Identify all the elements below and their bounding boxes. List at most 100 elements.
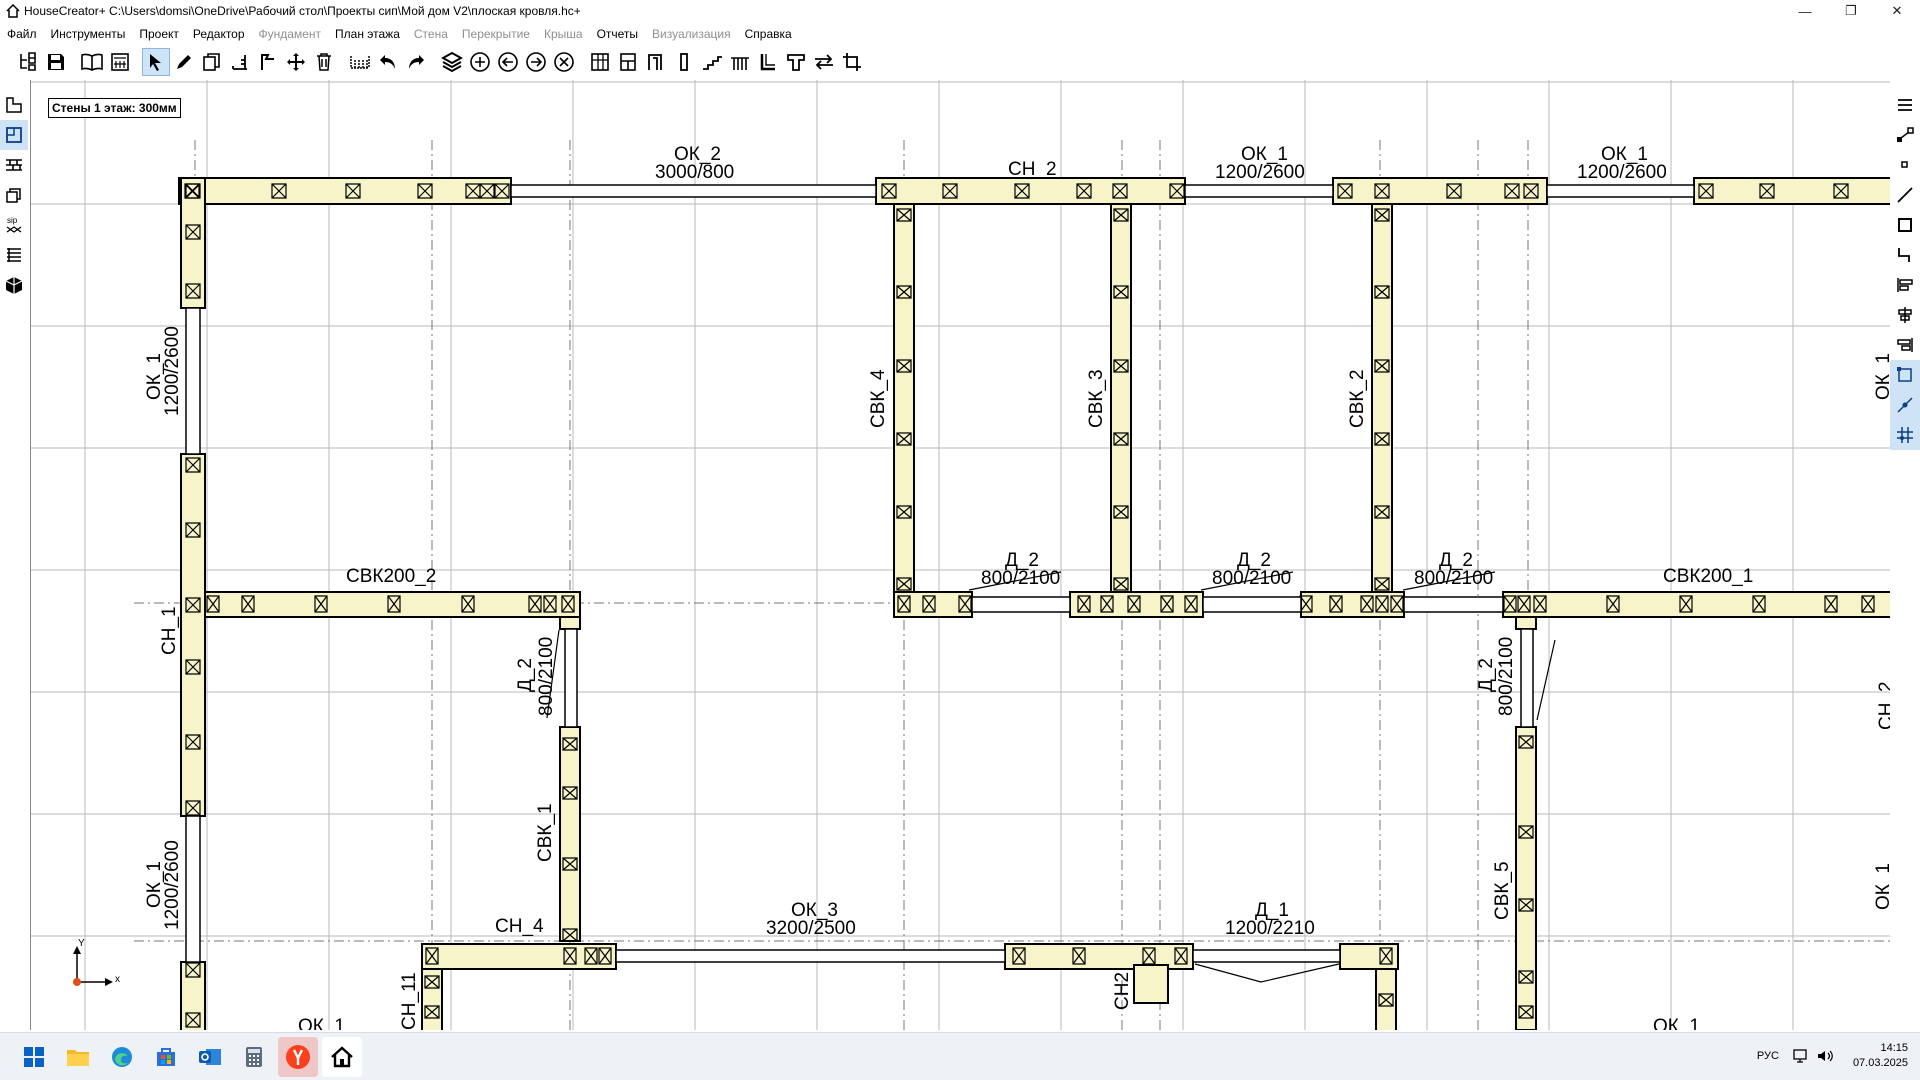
minimize-button[interactable]: — — [1782, 0, 1828, 22]
layers-icon — [441, 51, 463, 73]
right-tool-point[interactable] — [1890, 150, 1920, 180]
store-icon — [157, 1047, 175, 1066]
right-tool-line[interactable] — [1890, 180, 1920, 210]
angle-tool-button[interactable] — [754, 48, 782, 76]
undo-button[interactable] — [374, 48, 402, 76]
close-button[interactable]: ✕ — [1874, 0, 1920, 22]
right-tool-align-left[interactable] — [1890, 270, 1920, 300]
menu-tools[interactable]: Инструменты — [44, 27, 133, 41]
layers-button[interactable] — [438, 48, 466, 76]
redo-button[interactable] — [402, 48, 430, 76]
calculator-icon — [111, 53, 129, 71]
book-button[interactable] — [78, 48, 106, 76]
window-icon — [620, 53, 636, 71]
grid-icon — [591, 53, 609, 71]
left-tool-sip[interactable]: sip — [0, 210, 28, 240]
right-tool-snap-point[interactable] — [1890, 390, 1920, 420]
label-ok1-right-bot: ОК_1 — [1873, 863, 1890, 910]
pan-right-button[interactable] — [522, 48, 550, 76]
folder-icon — [67, 1049, 89, 1066]
crop-icon — [843, 53, 861, 71]
column-tool-button[interactable] — [670, 48, 698, 76]
right-tool-node-link[interactable] — [1890, 120, 1920, 150]
zoom-reset-button[interactable] — [550, 48, 578, 76]
left-tool-copy-floor[interactable] — [0, 180, 28, 210]
menu-visualization[interactable]: Визуализация — [645, 27, 738, 41]
menu-project[interactable]: Проект — [132, 27, 186, 41]
left-tool-walls[interactable] — [0, 120, 28, 150]
project-tree-button[interactable] — [14, 48, 42, 76]
left-tool-plan[interactable] — [0, 90, 28, 120]
zoom-in-icon — [470, 52, 490, 72]
flag-button[interactable] — [254, 48, 282, 76]
label-ok3-size: 3200/2500 — [766, 918, 856, 939]
menu-floor-plan[interactable]: План этажа — [328, 27, 407, 41]
taskbar-edge[interactable] — [102, 1037, 142, 1077]
menu-slab[interactable]: Перекрытие — [455, 27, 537, 41]
volume-icon[interactable] — [1817, 1049, 1835, 1063]
wall-grid-button[interactable] — [586, 48, 614, 76]
delete-button[interactable] — [310, 48, 338, 76]
crop-button[interactable] — [838, 48, 866, 76]
taskbar-calculator[interactable] — [234, 1037, 274, 1077]
beam-tool-button[interactable] — [782, 48, 810, 76]
language-indicator[interactable]: РУС — [1757, 1050, 1779, 1062]
stacked-pages-icon — [6, 188, 21, 203]
menu-file[interactable]: Файл — [0, 27, 44, 41]
window-tool-button[interactable] — [614, 48, 642, 76]
menu-reports[interactable]: Отчеты — [590, 27, 645, 41]
left-tool-bricks[interactable] — [0, 150, 28, 180]
calculator-button[interactable] — [106, 48, 134, 76]
windows-taskbar — [0, 1032, 1920, 1080]
snap-point-icon — [1897, 397, 1913, 413]
pan-left-button[interactable] — [494, 48, 522, 76]
bricks-icon — [6, 159, 22, 171]
dimension-button[interactable] — [226, 48, 254, 76]
menu-foundation[interactable]: Фундамент — [252, 27, 328, 41]
label-ok1-left-top-size: 1200/2600 — [162, 326, 183, 416]
label-svk5: СВК_5 — [1492, 861, 1513, 920]
taskbar-store[interactable] — [146, 1037, 186, 1077]
taskbar-yandex[interactable] — [278, 1036, 318, 1077]
save-icon — [48, 54, 64, 70]
menu-wall[interactable]: Стена — [407, 27, 455, 41]
label-ch4: СН_4 — [495, 916, 544, 937]
label-d2-left: Д_2 — [515, 658, 536, 692]
swap-button[interactable] — [810, 48, 838, 76]
taskbar-outlook[interactable] — [190, 1037, 230, 1077]
drawing-canvas[interactable]: ОК_2 3000/800 СН_2 ОК_1 1200/2600 ОК_1 1… — [30, 80, 1890, 1030]
move-button[interactable] — [282, 48, 310, 76]
right-tool-snap-frame[interactable] — [1890, 360, 1920, 390]
zoom-in-button[interactable] — [466, 48, 494, 76]
save-button[interactable] — [42, 48, 70, 76]
start-button[interactable] — [14, 1037, 54, 1077]
right-tool-menu[interactable] — [1890, 90, 1920, 120]
network-icon[interactable] — [1793, 1049, 1809, 1063]
right-tool-align-right[interactable] — [1890, 330, 1920, 360]
floor-plan-drawing[interactable]: ОК_2 3000/800 СН_2 ОК_1 1200/2600 ОК_1 1… — [31, 80, 1890, 1030]
draw-tool-button[interactable] — [170, 48, 198, 76]
copy-button[interactable] — [198, 48, 226, 76]
left-tool-list[interactable] — [0, 240, 28, 270]
select-tool-button[interactable] — [142, 48, 170, 76]
clock[interactable]: 14:15 07.03.2025 — [1853, 1041, 1908, 1071]
l-angle-icon — [760, 54, 775, 71]
maximize-button[interactable]: ❐ — [1828, 0, 1874, 22]
right-tool-snap-grid[interactable] — [1890, 420, 1920, 450]
taskbar-explorer[interactable] — [58, 1037, 98, 1077]
door-tool-button[interactable] — [642, 48, 670, 76]
menu-editor[interactable]: Редактор — [186, 27, 252, 41]
right-tool-rect[interactable] — [1890, 210, 1920, 240]
label-ch2: СН_2 — [1008, 159, 1057, 180]
stairs-tool-button[interactable] — [698, 48, 726, 76]
taskbar-housecreator[interactable] — [322, 1036, 362, 1077]
menu-help[interactable]: Справка — [738, 27, 799, 41]
housecreator-icon — [331, 1045, 353, 1067]
measure-button[interactable] — [346, 48, 374, 76]
right-tool-align-center[interactable] — [1890, 300, 1920, 330]
right-tool-polyline[interactable] — [1890, 240, 1920, 270]
left-tool-3d[interactable] — [0, 270, 28, 300]
menu-roof[interactable]: Крыша — [537, 27, 590, 41]
label-ok1-bottom: ОК_1 — [1653, 1016, 1700, 1030]
fence-tool-button[interactable] — [726, 48, 754, 76]
